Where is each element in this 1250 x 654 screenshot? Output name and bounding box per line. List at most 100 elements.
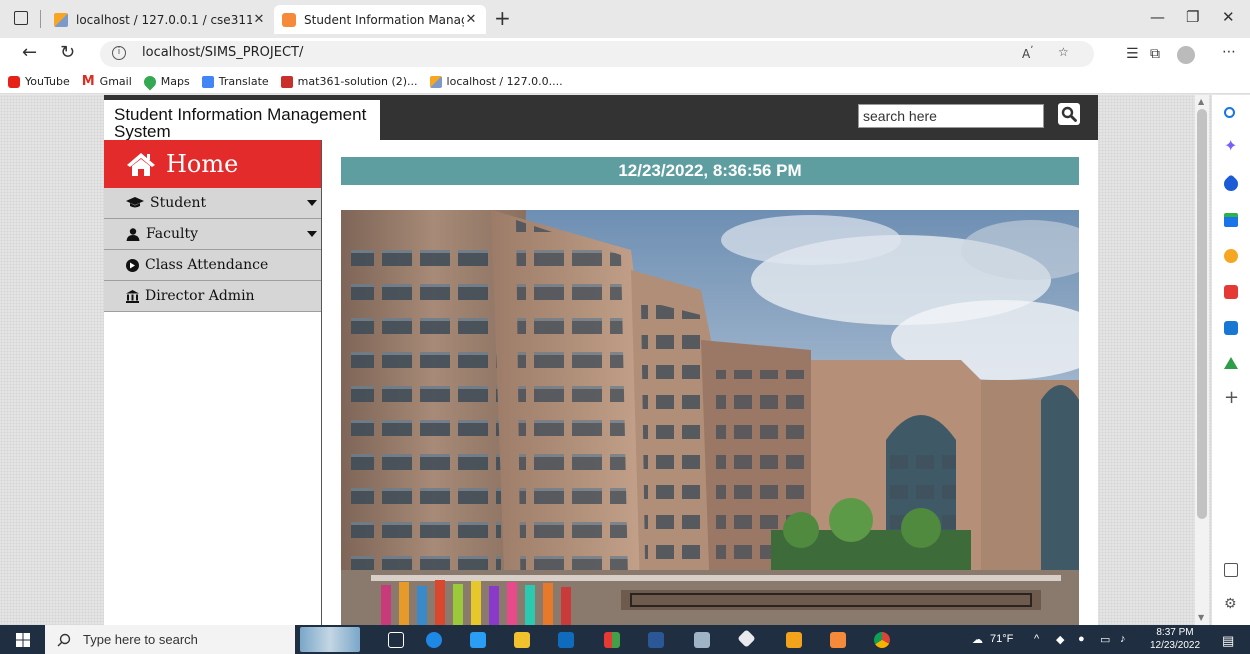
page-viewport: Student Information Management System Ho… — [0, 95, 1212, 625]
address-bar[interactable]: i localhost/SIMS_PROJECT/ Aʼ ☆ — [100, 41, 1094, 67]
office-icon[interactable] — [1224, 285, 1238, 299]
word-icon[interactable] — [648, 632, 664, 648]
favorite-star-icon[interactable]: ☆ — [1058, 45, 1069, 59]
circle-arrow-icon — [126, 258, 139, 272]
edge-icon[interactable] — [426, 632, 442, 648]
browser-tab-strip: localhost / 127.0.0.1 / cse311_pro ✕ Stu… — [0, 0, 1250, 38]
edge-search-icon[interactable] — [1224, 107, 1235, 118]
task-view-icon[interactable] — [388, 632, 404, 648]
profile-avatar[interactable] — [1177, 46, 1195, 64]
scrollbar-thumb[interactable] — [1197, 109, 1207, 519]
youtube-icon — [8, 75, 20, 88]
sidebar-item-home[interactable]: Home — [104, 140, 321, 188]
tab-divider — [40, 10, 41, 28]
sidebar-item-class-attendance[interactable]: Class Attendance — [104, 250, 321, 281]
chevron-up-icon[interactable]: ^ — [1034, 633, 1039, 645]
tab-actions-icon[interactable] — [14, 11, 28, 25]
taskbar-search-placeholder: Type here to search — [83, 632, 198, 647]
gear-icon[interactable]: ⚙ — [1224, 597, 1238, 611]
notification-icon[interactable]: ▤ — [1222, 633, 1234, 649]
more-menu-icon[interactable]: ⋯ — [1222, 44, 1236, 60]
xampp-icon[interactable] — [830, 632, 846, 648]
restore-icon[interactable]: ❐ — [1186, 8, 1199, 26]
search-input[interactable] — [858, 104, 1044, 128]
pdf-icon — [280, 75, 293, 88]
page-scrollbar[interactable]: ▲ ▼ — [1195, 95, 1209, 625]
chrome-icon[interactable] — [874, 632, 890, 648]
search-highlight-image[interactable] — [300, 627, 360, 652]
favorites-icon[interactable]: ☰ — [1126, 46, 1139, 62]
minimize-icon[interactable]: — — [1150, 8, 1165, 26]
bookmark-maps[interactable]: Maps — [141, 73, 190, 90]
taskbar-clock[interactable]: 8:37 PM 12/23/2022 — [1148, 626, 1202, 652]
phpmyadmin-icon — [429, 75, 442, 88]
windows-start-icon[interactable] — [16, 633, 30, 647]
new-tab-button[interactable]: + — [494, 6, 511, 30]
sublime-icon[interactable] — [786, 632, 802, 648]
outlook-icon[interactable] — [1224, 321, 1238, 335]
bookmark-gmail[interactable]: M Gmail — [82, 74, 132, 89]
site-brand[interactable]: Student Information Management System — [104, 100, 380, 140]
search-icon — [57, 633, 71, 646]
sims-favicon-icon — [282, 12, 296, 27]
url-text[interactable]: localhost/SIMS_PROJECT/ — [142, 45, 303, 60]
windows-taskbar: Type here to search ☁ 71°F ^ ◆ ● ▭ ♪ 8:3… — [0, 625, 1250, 654]
store-icon[interactable] — [470, 632, 486, 648]
tab-title: Student Information Managemen — [304, 12, 464, 27]
games-people-icon[interactable] — [1224, 249, 1238, 263]
translate-icon — [201, 75, 214, 88]
datetime-banner: 12/23/2022, 8:36:56 PM — [341, 157, 1079, 185]
bookmark-localhost[interactable]: localhost / 127.0.0.... — [429, 75, 563, 88]
sims-page: Student Information Management System Ho… — [104, 95, 1098, 625]
collections-icon[interactable]: ⧉ — [1150, 46, 1160, 62]
weather-temp[interactable]: 71°F — [990, 633, 1013, 645]
tab-phpmyadmin[interactable]: localhost / 127.0.0.1 / cse311_pro ✕ — [46, 5, 274, 34]
chevron-down-icon — [307, 231, 317, 237]
weather-icon[interactable]: ☁ — [972, 633, 983, 646]
user-icon — [126, 227, 140, 241]
tab-sims[interactable]: Student Information Managemen ✕ — [274, 5, 486, 34]
taskbar-time: 8:37 PM — [1156, 627, 1194, 638]
sidebar-item-label: Student — [150, 195, 207, 211]
mail-icon[interactable] — [558, 632, 574, 648]
scroll-up-icon[interactable]: ▲ — [1198, 97, 1204, 106]
tools-bag-icon[interactable] — [1224, 213, 1238, 227]
close-icon[interactable]: ✕ — [464, 12, 478, 27]
calculator-icon[interactable] — [694, 632, 710, 648]
taskbar-search-input[interactable]: Type here to search — [45, 625, 295, 654]
app-icon[interactable] — [604, 632, 620, 648]
speaker-icon[interactable]: ♪ — [1120, 633, 1126, 645]
search-button[interactable] — [1058, 103, 1080, 125]
read-aloud-icon[interactable]: Aʼ — [1022, 45, 1033, 61]
sidebar-item-faculty[interactable]: Faculty — [104, 219, 321, 250]
network-icon[interactable]: ● — [1078, 633, 1085, 645]
shopping-tag-icon[interactable] — [1221, 174, 1241, 194]
site-info-icon[interactable]: i — [112, 46, 126, 60]
monitor-icon[interactable]: ▭ — [1100, 633, 1110, 646]
security-icon[interactable]: ◆ — [1056, 633, 1064, 646]
back-arrow-icon[interactable]: ← — [22, 42, 37, 63]
phpmyadmin-icon — [54, 12, 68, 27]
sidebar-item-student[interactable]: Student — [104, 188, 321, 219]
campus-photo — [341, 210, 1079, 625]
close-icon[interactable]: ✕ — [252, 12, 266, 27]
git-icon[interactable] — [737, 629, 756, 648]
hide-sidebar-icon[interactable] — [1224, 563, 1238, 577]
sidebar-item-label: Home — [166, 150, 239, 178]
scroll-down-icon[interactable]: ▼ — [1198, 613, 1204, 622]
window-close-icon[interactable]: ✕ — [1222, 8, 1235, 26]
sidebar-item-label: Class Attendance — [145, 257, 269, 273]
sidebar-nav: Home Student Faculty Class Attendance Di… — [104, 140, 322, 625]
sidebar-item-label: Faculty — [146, 226, 198, 242]
bookmark-youtube[interactable]: YouTube — [8, 75, 70, 88]
copilot-sparkle-icon[interactable]: ✦ — [1224, 138, 1238, 154]
bookmark-pdf[interactable]: mat361-solution (2)... — [280, 75, 418, 88]
file-explorer-icon[interactable] — [514, 632, 530, 648]
graduation-cap-icon — [126, 197, 144, 209]
drop-tree-icon[interactable] — [1224, 357, 1238, 369]
sidebar-item-director-admin[interactable]: Director Admin — [104, 281, 321, 312]
refresh-icon[interactable]: ↻ — [60, 42, 75, 63]
add-icon[interactable]: + — [1224, 389, 1239, 407]
sidebar-item-label: Director Admin — [145, 288, 255, 304]
bookmark-translate[interactable]: Translate — [201, 75, 269, 88]
